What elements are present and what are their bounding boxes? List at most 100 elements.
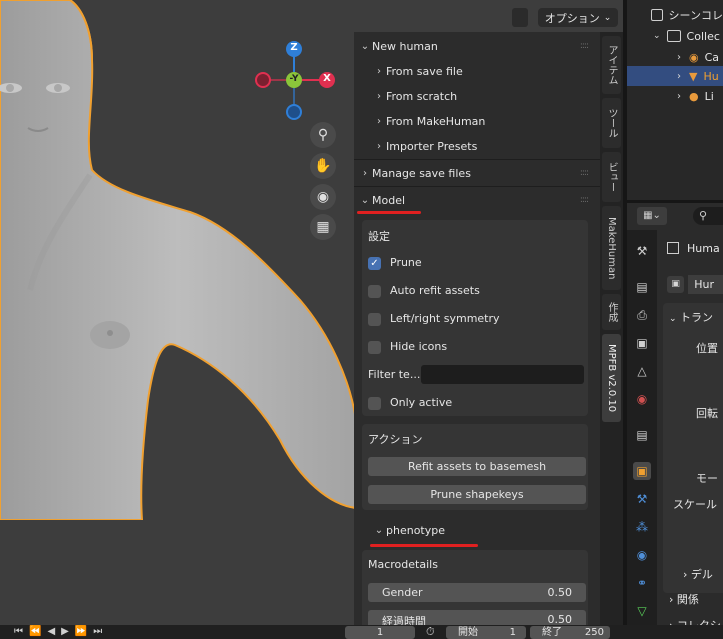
tab-label: ツール (606, 108, 617, 138)
header-icon-strip (512, 8, 528, 27)
scene-collection-row[interactable]: シーンコレ (627, 6, 723, 24)
subpanel-from-scratch[interactable]: › From scratch (354, 85, 600, 107)
prune-checkbox[interactable]: ✓ (368, 257, 381, 270)
transform-label: トラン (680, 311, 714, 324)
settings-title: 設定 (368, 230, 390, 243)
tab-item[interactable]: アイテム (602, 36, 621, 94)
tab-label: MPFB v2.0.10 (606, 343, 617, 413)
manage-save-files-header[interactable]: › Manage save files :::: (354, 162, 600, 184)
tab-makehuman[interactable]: MakeHuman (602, 206, 621, 290)
camera-icon[interactable]: ◉ (310, 184, 336, 210)
light-object-icon: ● (689, 89, 699, 103)
phenotype-label: phenotype (386, 523, 445, 537)
hide-icons-label: Hide icons (390, 340, 448, 353)
refit-assets-button[interactable]: Refit assets to basemesh (368, 457, 586, 476)
tool-icon[interactable]: ⚒ (633, 242, 651, 260)
playback-controls[interactable]: ⏮⏪◀▶⏩⏭ (14, 626, 134, 638)
modifier-wrench-icon[interactable]: ⚒ (633, 490, 651, 508)
timeline-bar: ⏮⏪◀▶⏩⏭ 1 ⏱ 開始 1 終了 250 (0, 625, 723, 639)
annotation-underline-model (357, 211, 421, 214)
outliner-item-human[interactable]: › ▼ Hu (627, 66, 723, 86)
sidebar-panel: ⌄ New human :::: › From save file › From… (354, 32, 600, 625)
drag-grip-icon[interactable]: :::: (580, 41, 589, 51)
hide-icons-checkbox[interactable] (368, 341, 381, 354)
view-layer-icon[interactable]: ▣ (633, 334, 651, 352)
drag-grip-icon[interactable]: :::: (580, 168, 589, 178)
grid-icon[interactable]: ▦ (310, 214, 336, 240)
manage-save-files-label: Manage save files (372, 166, 471, 180)
macrodetails-box: Macrodetails Gender 0.50 経過時間 0.50 (362, 550, 588, 625)
object-datablock-field[interactable]: ▣ Hur (667, 275, 723, 294)
end-frame-field[interactable]: 終了 250 (530, 626, 610, 639)
options-dropdown[interactable]: オプション ⌄ (538, 8, 618, 27)
object-name-label: Huma (687, 241, 720, 255)
scene-icon[interactable]: △ (633, 362, 651, 380)
subpanel-label: From MakeHuman (386, 114, 486, 128)
outliner-item-light[interactable]: › ● Li (627, 87, 723, 105)
drag-grip-icon[interactable]: :::: (580, 195, 589, 205)
gizmo-z-label: Z (290, 42, 298, 53)
tab-mpfb[interactable]: MPFB v2.0.10 (602, 334, 621, 422)
tab-label: ビュー (606, 162, 617, 192)
tab-tool[interactable]: ツール (602, 98, 621, 148)
tab-view[interactable]: ビュー (602, 152, 621, 202)
relations-label: 関係 (676, 593, 699, 606)
current-frame-field[interactable]: 1 (345, 626, 415, 639)
tab-label: 作成 (606, 302, 617, 322)
gender-slider[interactable]: Gender 0.50 (368, 583, 586, 602)
properties-search-input[interactable]: ⚲ (693, 207, 723, 225)
new-human-header[interactable]: ⌄ New human :::: (354, 35, 600, 57)
phenotype-header[interactable]: ⌄ phenotype (354, 519, 600, 541)
tab-create[interactable]: 作成 (602, 294, 621, 330)
left-right-symmetry-checkbox[interactable] (368, 313, 381, 326)
chevron-right-icon: › (677, 51, 681, 63)
render-icon[interactable]: ▤ (633, 278, 651, 296)
object-icon[interactable]: ▣ (633, 462, 651, 480)
output-icon[interactable]: ⎙ (633, 306, 651, 324)
outliner-item-camera[interactable]: › ◉ Ca (627, 48, 723, 66)
collection-box-icon (666, 30, 681, 42)
object-square-icon (667, 242, 679, 254)
world-icon[interactable]: ◉ (633, 390, 651, 408)
zoom-icon[interactable]: ⚲ (310, 122, 336, 148)
delta-transform-header[interactable]: › デル (683, 566, 713, 582)
hand-pan-icon[interactable]: ✋ (310, 153, 336, 179)
delta-label: デル (690, 568, 713, 581)
stopwatch-icon[interactable]: ⏱ (426, 625, 435, 639)
chevron-down-icon: ⌄ (360, 40, 370, 52)
start-frame-field[interactable]: 開始 1 (446, 626, 526, 639)
gizmo-x-label: X (323, 73, 331, 84)
prune-shapekeys-button[interactable]: Prune shapekeys (368, 485, 586, 504)
tab-label: アイテム (606, 45, 617, 85)
subpanel-from-save-file[interactable]: › From save file (354, 60, 600, 82)
end-value: 250 (584, 627, 604, 638)
model-header[interactable]: ⌄ Model :::: (354, 189, 600, 211)
auto-refit-assets-checkbox[interactable] (368, 285, 381, 298)
outliner-item-label: Li (704, 89, 714, 103)
constraints-icon[interactable]: ⚭ (633, 574, 651, 592)
settings-box: 設定 ✓ Prune Auto refit assets Left/right … (362, 220, 588, 416)
data-mesh-icon[interactable]: ▽ (633, 602, 651, 620)
transform-header[interactable]: ⌄ トラン (669, 309, 713, 325)
subpanel-importer-presets[interactable]: › Importer Presets (354, 135, 600, 157)
options-label: オプション (544, 11, 600, 25)
subpanel-label: From scratch (386, 89, 458, 103)
mode-label: モー (696, 472, 718, 485)
area-divider[interactable] (627, 200, 723, 203)
area-divider[interactable] (623, 0, 627, 625)
relations-header[interactable]: › 関係 (669, 591, 723, 609)
physics-icon[interactable]: ◉ (633, 546, 651, 564)
prune-label: Prune (390, 256, 422, 269)
only-active-checkbox[interactable] (368, 397, 381, 410)
age-slider[interactable]: 経過時間 0.50 (368, 610, 586, 625)
chevron-right-icon: › (377, 65, 381, 77)
subpanel-from-makehuman[interactable]: › From MakeHuman (354, 110, 600, 132)
chevron-down-icon: ⌄ (374, 524, 384, 536)
collection-icon[interactable]: ▤ (633, 426, 651, 444)
filter-text-input[interactable] (421, 365, 584, 384)
particles-icon[interactable]: ⁂ (633, 518, 651, 536)
chevron-right-icon: › (377, 90, 381, 102)
collection-row[interactable]: ⌄ Collec (627, 27, 723, 45)
chevron-right-icon: › (677, 70, 681, 82)
editor-type-dropdown[interactable]: ▦⌄ (637, 207, 667, 225)
